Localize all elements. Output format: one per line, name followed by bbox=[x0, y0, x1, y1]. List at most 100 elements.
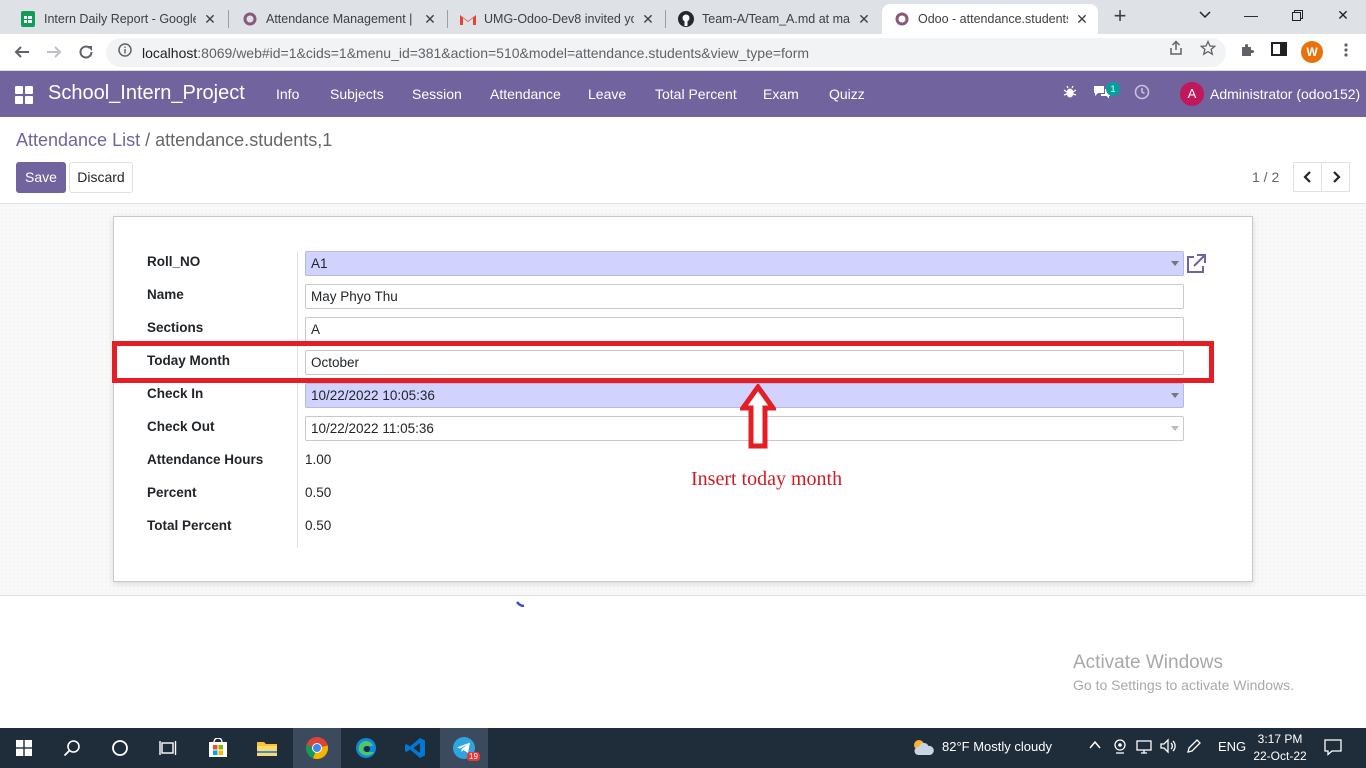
url-host: localhost bbox=[142, 44, 198, 61]
pen-icon[interactable] bbox=[1186, 738, 1202, 757]
odoo-icon bbox=[242, 11, 258, 27]
telegram-icon[interactable]: 19 bbox=[440, 728, 488, 768]
kebab-menu-icon[interactable] bbox=[1336, 42, 1356, 62]
dropdown-caret-icon[interactable] bbox=[1171, 426, 1179, 431]
browser-toolbar: localhost:8069/web#id=1&cids=1&menu_id=3… bbox=[0, 34, 1366, 71]
odoo-navbar: School_Intern_Project Info Subjects Sess… bbox=[0, 71, 1366, 117]
sections-input[interactable]: A bbox=[305, 317, 1184, 342]
network-icon[interactable] bbox=[1136, 738, 1152, 757]
url-text: localhost:8069/web#id=1&cids=1&menu_id=3… bbox=[142, 45, 809, 61]
breadcrumb-parent-link[interactable]: Attendance List bbox=[16, 130, 140, 150]
dropdown-caret-icon[interactable] bbox=[1171, 393, 1179, 398]
notifications-icon[interactable] bbox=[1324, 738, 1342, 759]
external-link-icon[interactable] bbox=[1185, 253, 1207, 275]
menu-info[interactable]: Info bbox=[276, 86, 299, 102]
volume-icon[interactable] bbox=[1160, 738, 1178, 757]
activity-clock-icon[interactable] bbox=[1132, 84, 1152, 104]
tab-search-chevron-icon[interactable] bbox=[1182, 0, 1228, 30]
address-bar[interactable]: localhost:8069/web#id=1&cids=1&menu_id=3… bbox=[106, 38, 1226, 67]
reload-icon[interactable] bbox=[73, 39, 99, 65]
percent-value: 0.50 bbox=[305, 485, 332, 500]
close-icon[interactable]: ✕ bbox=[422, 11, 438, 28]
taskbar-clock[interactable]: 3:17 PM 22-Oct-22 bbox=[1250, 731, 1310, 765]
search-icon[interactable] bbox=[48, 728, 96, 768]
field-label-attendance-hours: Attendance Hours bbox=[147, 452, 264, 467]
menu-session[interactable]: Session bbox=[412, 86, 462, 102]
vscode-icon[interactable] bbox=[391, 728, 439, 768]
user-menu[interactable]: Administrator (odoo152) bbox=[1210, 86, 1360, 102]
browser-tab-strip: Intern Daily Report - Google ✕ Attendanc… bbox=[0, 0, 1366, 34]
close-icon[interactable]: ✕ bbox=[640, 11, 656, 28]
close-window-button[interactable]: ✕ bbox=[1320, 0, 1366, 30]
menu-quizz[interactable]: Quizz bbox=[829, 86, 865, 102]
user-avatar[interactable]: A bbox=[1180, 82, 1204, 106]
close-icon[interactable]: ✕ bbox=[856, 11, 872, 28]
github-icon bbox=[678, 11, 694, 27]
profile-avatar[interactable]: W bbox=[1301, 41, 1323, 63]
tab-divider bbox=[228, 10, 229, 28]
menu-subjects[interactable]: Subjects bbox=[330, 86, 384, 102]
name-input[interactable]: May Phyo Thu bbox=[305, 284, 1184, 309]
tab-title: Team-A/Team_A.md at main bbox=[702, 12, 850, 26]
weather-icon[interactable] bbox=[910, 737, 936, 760]
annotation-highlight-box bbox=[112, 341, 1214, 383]
pager-next-button[interactable] bbox=[1321, 162, 1350, 192]
tab-title: Odoo - attendance.students bbox=[918, 12, 1068, 26]
browser-tab[interactable]: Attendance Management | O ✕ bbox=[230, 4, 446, 34]
roll-no-select[interactable]: A1 bbox=[305, 251, 1184, 276]
new-tab-button[interactable]: + bbox=[1108, 5, 1132, 29]
restore-button[interactable] bbox=[1274, 0, 1320, 30]
back-arrow-icon[interactable] bbox=[9, 39, 35, 65]
save-button[interactable]: Save bbox=[16, 162, 66, 193]
chrome-icon[interactable] bbox=[293, 728, 341, 768]
pager-value[interactable]: 1 / 2 bbox=[1252, 169, 1279, 185]
menu-attendance[interactable]: Attendance bbox=[490, 86, 561, 102]
browser-tab[interactable]: Team-A/Team_A.md at main ✕ bbox=[666, 4, 880, 34]
clock-date: 22-Oct-22 bbox=[1253, 749, 1307, 763]
camera-icon[interactable] bbox=[1112, 738, 1128, 757]
activate-windows-title: Activate Windows bbox=[1073, 652, 1223, 673]
breadcrumb-current: attendance.students,1 bbox=[155, 130, 333, 150]
tab-title: UMG-Odoo-Dev8 invited you bbox=[484, 12, 634, 26]
task-view-icon[interactable] bbox=[144, 728, 192, 768]
chevron-up-icon[interactable] bbox=[1088, 738, 1102, 755]
clock-time: 3:17 PM bbox=[1257, 732, 1303, 746]
discard-button[interactable]: Discard bbox=[69, 162, 133, 193]
bookmark-star-icon[interactable] bbox=[1199, 39, 1217, 58]
extensions-icon[interactable] bbox=[1237, 42, 1257, 62]
chat-badge: 1 bbox=[1106, 82, 1120, 96]
telegram-badge: 19 bbox=[467, 752, 480, 761]
microsoft-store-icon[interactable] bbox=[194, 728, 242, 768]
apps-grid-icon[interactable] bbox=[15, 86, 33, 104]
dropdown-caret-icon[interactable] bbox=[1171, 261, 1179, 266]
menu-exam[interactable]: Exam bbox=[763, 86, 799, 102]
weather-text[interactable]: 82°F Mostly cloudy bbox=[942, 739, 1052, 754]
menu-total-percent[interactable]: Total Percent bbox=[655, 86, 737, 102]
browser-tab[interactable]: Intern Daily Report - Google ✕ bbox=[8, 4, 226, 34]
breadcrumb-separator: / bbox=[140, 130, 156, 150]
close-icon[interactable]: ✕ bbox=[1074, 11, 1090, 28]
app-brand[interactable]: School_Intern_Project bbox=[48, 82, 245, 105]
share-icon[interactable] bbox=[1167, 40, 1185, 58]
browser-tab-active[interactable]: Odoo - attendance.students ✕ bbox=[882, 4, 1098, 34]
forward-arrow-icon[interactable] bbox=[41, 39, 67, 65]
field-label-roll-no: Roll_NO bbox=[147, 254, 201, 269]
site-info-icon[interactable] bbox=[118, 43, 132, 62]
windows-start-icon[interactable] bbox=[0, 728, 48, 768]
file-explorer-icon[interactable] bbox=[243, 728, 291, 768]
tab-title: Intern Daily Report - Google bbox=[44, 12, 196, 26]
menu-leave[interactable]: Leave bbox=[588, 86, 626, 102]
browser-tab[interactable]: UMG-Odoo-Dev8 invited you ✕ bbox=[448, 4, 664, 34]
annotation-note: Insert today month bbox=[691, 468, 843, 490]
breadcrumb: Attendance List / attendance.students,1 bbox=[16, 130, 332, 151]
cortana-icon[interactable] bbox=[96, 728, 144, 768]
language-indicator[interactable]: ENG bbox=[1218, 739, 1246, 754]
windows-taskbar: 19 82°F Mostly cloudy ENG 3:17 PM 22-Oct… bbox=[0, 728, 1366, 768]
tab-title: Attendance Management | O bbox=[266, 12, 416, 26]
edge-icon[interactable] bbox=[342, 728, 390, 768]
debug-bug-icon[interactable] bbox=[1060, 84, 1080, 104]
close-icon[interactable]: ✕ bbox=[202, 11, 218, 28]
pager-previous-button[interactable] bbox=[1293, 162, 1322, 192]
minimize-button[interactable]: — bbox=[1228, 0, 1274, 30]
side-panel-icon[interactable] bbox=[1269, 42, 1289, 62]
